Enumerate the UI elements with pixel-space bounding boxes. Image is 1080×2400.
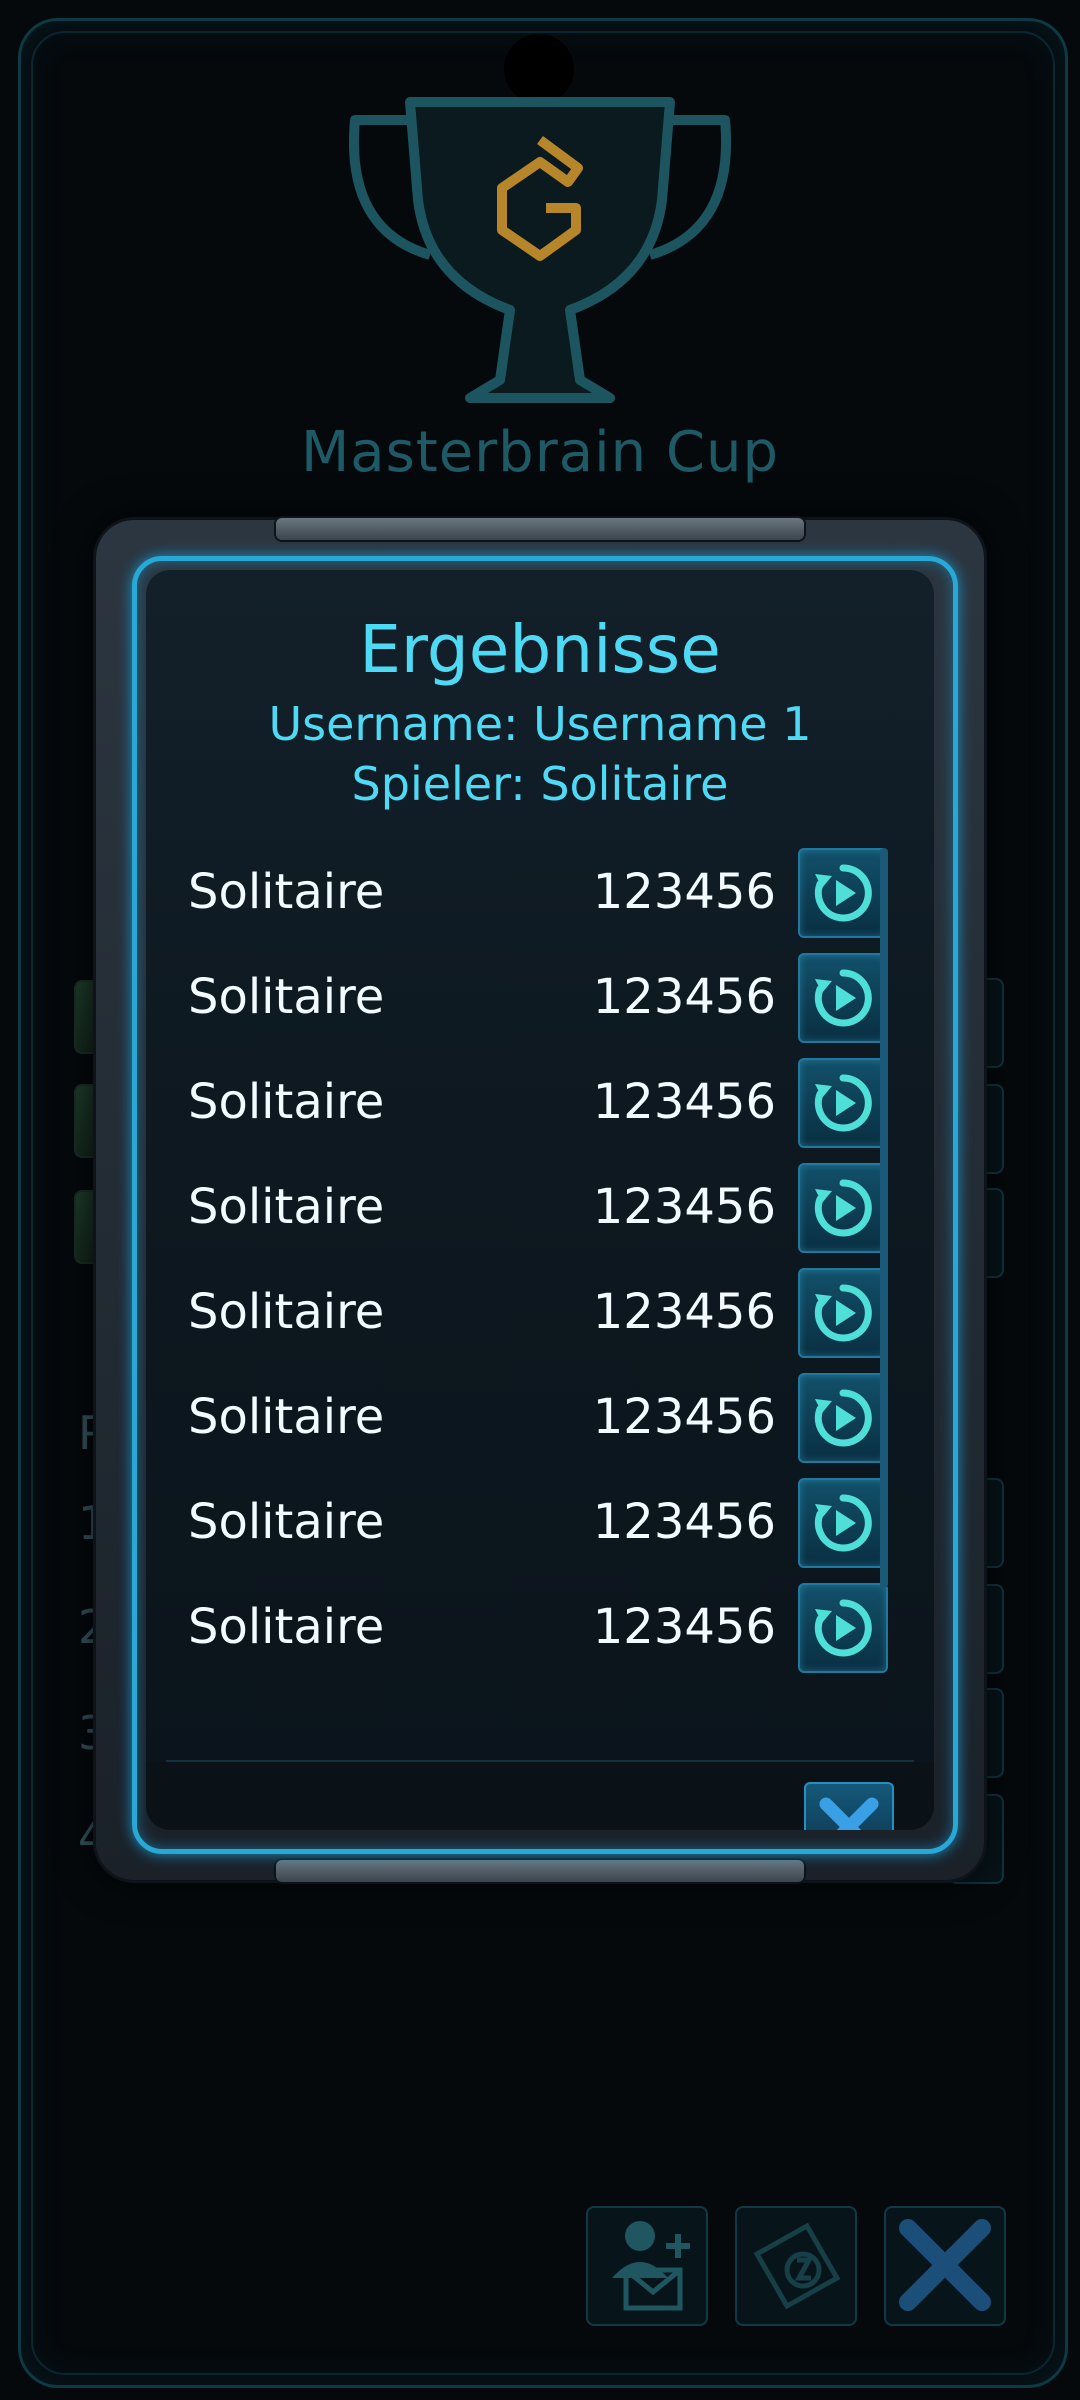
results-dialog: Ergebnisse Username: Username 1 Spieler:… bbox=[96, 518, 984, 1882]
result-game-name: Solitaire bbox=[188, 1284, 385, 1340]
username-line: Username: Username 1 bbox=[268, 697, 812, 751]
result-row: Solitaire 123456 bbox=[188, 1369, 888, 1474]
result-score: 123456 bbox=[592, 1494, 776, 1550]
dialog-panel: Ergebnisse Username: Username 1 Spieler:… bbox=[146, 570, 934, 1830]
replay-icon bbox=[814, 864, 872, 922]
result-score: 123456 bbox=[592, 1389, 776, 1445]
result-game-name: Solitaire bbox=[188, 1599, 385, 1655]
cup-title: Masterbrain Cup bbox=[300, 420, 780, 485]
ticket-icon bbox=[753, 2222, 841, 2310]
replay-button[interactable] bbox=[798, 1583, 888, 1673]
result-score: 123456 bbox=[592, 969, 776, 1025]
result-score: 123456 bbox=[592, 864, 776, 920]
result-game-name: Solitaire bbox=[188, 1494, 385, 1550]
dialog-title: Ergebnisse bbox=[359, 611, 721, 688]
replay-icon bbox=[814, 1074, 872, 1132]
result-game-name: Solitaire bbox=[188, 1179, 385, 1235]
result-game-name: Solitaire bbox=[188, 1389, 385, 1445]
player-line: Spieler: Solitaire bbox=[351, 757, 729, 811]
results-list: Solitaire 123456 Solitaire 123456 Solita… bbox=[188, 844, 888, 1684]
ticket-button[interactable] bbox=[735, 2206, 857, 2326]
dialog-bottom-bar bbox=[276, 1860, 804, 1882]
close-icon bbox=[899, 2219, 991, 2311]
invite-friend-icon bbox=[612, 2221, 690, 2311]
result-row: Solitaire 123456 bbox=[188, 949, 888, 1054]
replay-button[interactable] bbox=[798, 1163, 888, 1253]
result-row: Solitaire 123456 bbox=[188, 1054, 888, 1159]
replay-icon bbox=[814, 1599, 872, 1657]
replay-button[interactable] bbox=[798, 848, 888, 938]
replay-icon bbox=[814, 1284, 872, 1342]
result-game-name: Solitaire bbox=[188, 1074, 385, 1130]
results-scrollbar[interactable] bbox=[880, 848, 888, 1588]
close-dialog-button[interactable] bbox=[804, 1782, 894, 1830]
result-row: Solitaire 123456 bbox=[188, 1474, 888, 1579]
result-game-name: Solitaire bbox=[188, 969, 385, 1025]
replay-button[interactable] bbox=[798, 953, 888, 1043]
replay-button[interactable] bbox=[798, 1478, 888, 1568]
close-button[interactable] bbox=[884, 2206, 1006, 2326]
result-score: 123456 bbox=[592, 1284, 776, 1340]
replay-icon bbox=[814, 1494, 872, 1552]
result-score: 123456 bbox=[592, 1179, 776, 1235]
result-row: Solitaire 123456 bbox=[188, 1579, 888, 1684]
dialog-top-bar bbox=[276, 518, 804, 540]
close-icon bbox=[819, 1797, 879, 1830]
replay-icon bbox=[814, 1389, 872, 1447]
result-game-name: Solitaire bbox=[188, 864, 385, 920]
trophy-icon bbox=[349, 97, 731, 403]
result-row: Solitaire 123456 bbox=[188, 1159, 888, 1264]
replay-button[interactable] bbox=[798, 1373, 888, 1463]
replay-button[interactable] bbox=[798, 1268, 888, 1358]
replay-icon bbox=[814, 969, 872, 1027]
replay-button[interactable] bbox=[798, 1058, 888, 1148]
result-row: Solitaire 123456 bbox=[188, 1264, 888, 1369]
result-score: 123456 bbox=[592, 1599, 776, 1655]
result-row: Solitaire 123456 bbox=[188, 844, 888, 949]
invite-friend-button[interactable] bbox=[586, 2206, 708, 2326]
result-score: 123456 bbox=[592, 1074, 776, 1130]
replay-icon bbox=[814, 1179, 872, 1237]
